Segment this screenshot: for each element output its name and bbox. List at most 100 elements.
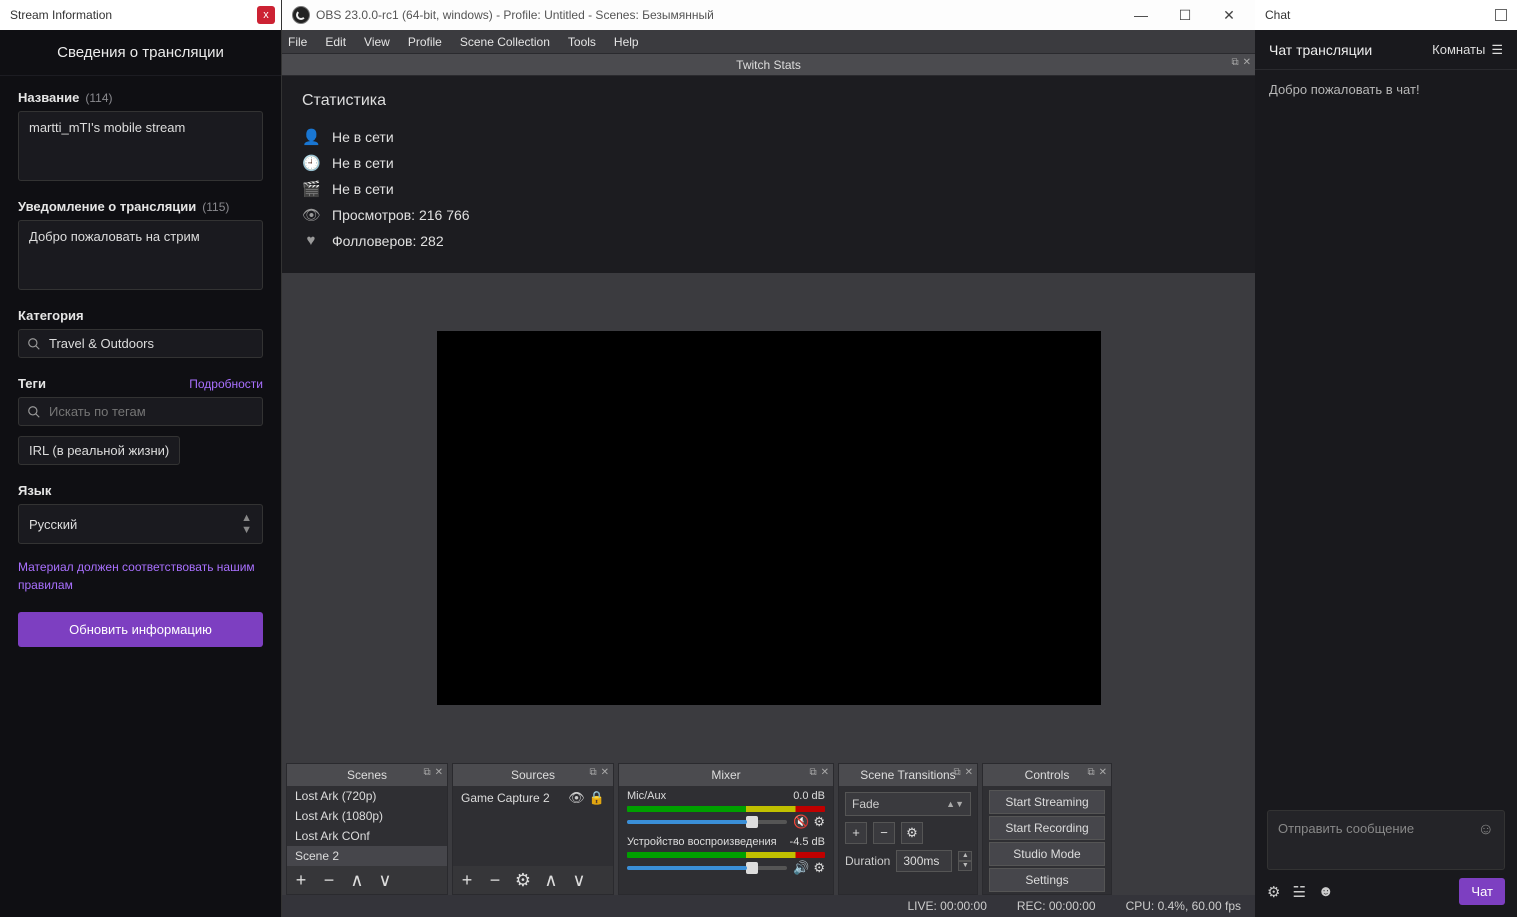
tags-details-link[interactable]: Подробности <box>189 377 263 391</box>
mute-icon[interactable]: 🔇 <box>793 814 809 830</box>
chevron-updown-icon: ▲▼ <box>946 799 964 809</box>
menu-scene-collection[interactable]: Scene Collection <box>460 35 550 49</box>
compliance-link[interactable]: Материал должен соответствовать нашим пр… <box>18 558 263 594</box>
menu-view[interactable]: View <box>364 35 390 49</box>
chat-header: Чат трансляции Комнаты ☰ <box>1255 30 1517 70</box>
scene-item[interactable]: Lost Ark COnf <box>287 826 447 846</box>
dock-close-icon[interactable]: ✕ <box>821 767 829 778</box>
remove-transition-button[interactable]: − <box>873 822 895 844</box>
dock-popout-icon[interactable]: ⧉ <box>1087 767 1094 778</box>
audio-meter <box>627 852 825 858</box>
title-char-count: (114) <box>85 91 112 105</box>
chat-window-title: Chat <box>1265 8 1290 22</box>
start-streaming-button[interactable]: Start Streaming <box>989 790 1105 814</box>
volume-slider[interactable] <box>627 820 787 824</box>
list-icon[interactable]: ☱ <box>1292 883 1305 901</box>
scene-item[interactable]: Scene 2 <box>287 846 447 866</box>
dock-close-icon[interactable]: ✕ <box>435 767 443 778</box>
audio-meter <box>627 806 825 812</box>
obs-menubar: File Edit View Profile Scene Collection … <box>282 30 1255 54</box>
chat-input[interactable]: Отправить сообщение ☺ <box>1267 810 1505 870</box>
gear-icon[interactable]: ⚙ <box>813 814 825 830</box>
obs-titlebar: OBS 23.0.0-rc1 (64-bit, windows) - Profi… <box>282 0 1255 30</box>
chat-messages: Добро пожаловать в чат! <box>1255 70 1517 800</box>
emote-icon[interactable]: ☻ <box>1318 883 1334 901</box>
mixer-ch-db: 0.0 dB <box>793 790 825 802</box>
chat-popout-icon[interactable] <box>1495 9 1507 21</box>
duration-input[interactable] <box>896 850 952 872</box>
maximize-button[interactable]: ☐ <box>1163 0 1207 30</box>
rooms-icon: ☰ <box>1491 42 1503 58</box>
settings-button[interactable]: Settings <box>989 868 1105 892</box>
chat-titlebar: Chat <box>1255 0 1517 30</box>
dock-close-icon[interactable]: ✕ <box>1243 57 1251 68</box>
status-live: LIVE: 00:00:00 <box>907 899 986 913</box>
transition-select[interactable]: Fade ▲▼ <box>845 792 971 816</box>
volume-slider[interactable] <box>627 866 787 870</box>
visibility-icon[interactable]: 👁 <box>568 790 585 806</box>
tags-field[interactable] <box>49 404 254 419</box>
scene-item[interactable]: Lost Ark (720p) <box>287 786 447 806</box>
transition-properties-button[interactable]: ⚙ <box>901 822 923 844</box>
stream-info-panel: Stream Information x Сведения о трансляц… <box>0 0 282 917</box>
remove-scene-button[interactable]: − <box>319 870 339 891</box>
add-scene-button[interactable]: + <box>291 870 311 891</box>
stream-info-close-button[interactable]: x <box>257 6 275 24</box>
language-label: Язык <box>18 483 263 498</box>
close-button[interactable]: ✕ <box>1207 0 1251 30</box>
title-input[interactable]: martti_mTI's mobile stream <box>18 111 263 181</box>
menu-edit[interactable]: Edit <box>325 35 346 49</box>
rooms-button[interactable]: Комнаты ☰ <box>1432 42 1503 58</box>
source-properties-button[interactable]: ⚙ <box>513 870 533 891</box>
category-field[interactable] <box>49 336 254 351</box>
add-transition-button[interactable]: + <box>845 822 867 844</box>
category-input[interactable] <box>18 329 263 358</box>
move-source-down-button[interactable]: ∨ <box>569 870 589 891</box>
move-scene-down-button[interactable]: ∨ <box>375 870 395 891</box>
move-scene-up-button[interactable]: ∧ <box>347 870 367 891</box>
chat-panel: Chat Чат трансляции Комнаты ☰ Добро пожа… <box>1255 0 1517 917</box>
source-label: Game Capture 2 <box>461 791 550 805</box>
dock-popout-icon[interactable]: ⧉ <box>953 767 960 778</box>
studio-mode-button[interactable]: Studio Mode <box>989 842 1105 866</box>
tags-search[interactable] <box>18 397 263 426</box>
language-select[interactable]: Русский ▲▼ <box>18 504 263 544</box>
update-info-button[interactable]: Обновить информацию <box>18 612 263 647</box>
search-icon <box>27 405 41 419</box>
mixer-ch-db: -4.5 dB <box>790 836 825 848</box>
emoji-icon[interactable]: ☺ <box>1478 821 1494 839</box>
menu-tools[interactable]: Tools <box>568 35 596 49</box>
menu-help[interactable]: Help <box>614 35 639 49</box>
minimize-button[interactable]: — <box>1119 0 1163 30</box>
gear-icon[interactable]: ⚙ <box>813 860 825 876</box>
dock-popout-icon[interactable]: ⧉ <box>589 767 596 778</box>
remove-source-button[interactable]: − <box>485 870 505 891</box>
source-item[interactable]: Game Capture 2 👁 🔒 <box>453 786 613 810</box>
start-recording-button[interactable]: Start Recording <box>989 816 1105 840</box>
chat-send-button[interactable]: Чат <box>1459 878 1505 905</box>
menu-file[interactable]: File <box>288 35 307 49</box>
add-source-button[interactable]: + <box>457 870 477 891</box>
menu-profile[interactable]: Profile <box>408 35 442 49</box>
dock-popout-icon[interactable]: ⧉ <box>809 767 816 778</box>
dock-popout-icon[interactable]: ⧉ <box>1231 57 1238 68</box>
move-source-up-button[interactable]: ∧ <box>541 870 561 891</box>
dock-close-icon[interactable]: ✕ <box>1099 767 1107 778</box>
tags-label: Теги <box>18 376 46 391</box>
person-icon: 👤 <box>302 128 320 146</box>
heart-icon: ♥ <box>302 232 320 249</box>
dock-close-icon[interactable]: ✕ <box>601 767 609 778</box>
duration-spinner[interactable]: ▲▼ <box>958 851 972 871</box>
scene-item[interactable]: Lost Ark (1080p) <box>287 806 447 826</box>
tag-pill[interactable]: IRL (в реальной жизни) <box>18 436 180 465</box>
scenes-toolbar: + − ∧ ∨ <box>287 866 447 894</box>
preview-canvas[interactable] <box>437 331 1101 705</box>
twitch-stats-body: Статистика 👤Не в сети 🕘Не в сети 🎬Не в с… <box>282 76 1255 273</box>
lock-icon[interactable]: 🔒 <box>589 790 605 806</box>
speaker-icon[interactable]: 🔊 <box>793 860 809 876</box>
notification-input[interactable]: Добро пожаловать на стрим <box>18 220 263 290</box>
stat-row-status: 👤Не в сети <box>302 128 1235 146</box>
dock-popout-icon[interactable]: ⧉ <box>423 767 430 778</box>
dock-close-icon[interactable]: ✕ <box>965 767 973 778</box>
gear-icon[interactable]: ⚙ <box>1267 883 1280 901</box>
